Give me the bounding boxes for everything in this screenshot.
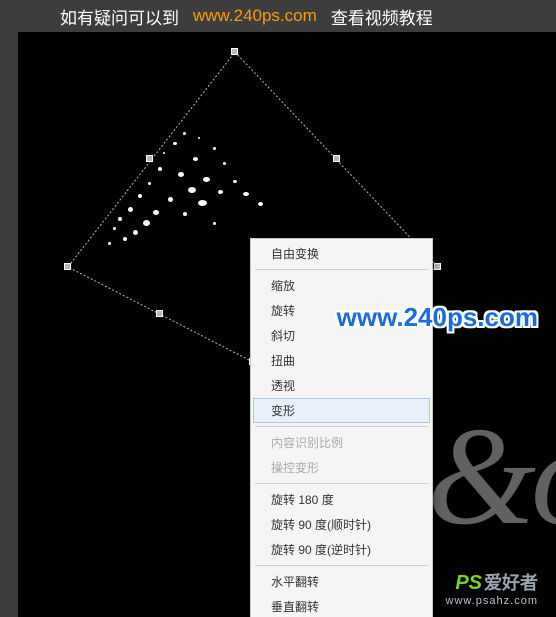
menu-item-5[interactable]: 变形	[253, 398, 430, 423]
banner-suffix: 查看视频教程	[331, 4, 433, 29]
menu-item-15[interactable]: 垂直翻转	[253, 594, 430, 617]
context-menu: 自由变换 缩放旋转斜切扭曲透视变形内容识别比例操控变形旋转 180 度旋转 90…	[250, 238, 433, 617]
menu-item-10[interactable]: 旋转 180 度	[253, 487, 430, 512]
menu-item-3[interactable]: 扭曲	[253, 348, 430, 373]
banner-url: www.240ps.com	[193, 6, 317, 26]
menu-item-14[interactable]: 水平翻转	[253, 569, 430, 594]
menu-separator	[255, 483, 428, 484]
transform-handle[interactable]	[231, 48, 238, 55]
watermark-url: www.240ps.com	[337, 302, 538, 333]
logo-domain: www.psahz.com	[446, 595, 538, 607]
transform-handle[interactable]	[333, 155, 340, 162]
menu-separator	[255, 426, 428, 427]
menu-item-11[interactable]: 旋转 90 度(顺时针)	[253, 512, 430, 537]
logo-chinese: 爱好者	[484, 573, 538, 593]
top-banner: 如有疑问可以到 www.240ps.com 查看视频教程	[0, 0, 556, 32]
transform-handle[interactable]	[64, 263, 71, 270]
watermark-logo: PS爱好者 www.psahz.com	[446, 569, 538, 607]
menu-item-0[interactable]: 缩放	[253, 273, 430, 298]
transform-handle[interactable]	[434, 263, 441, 270]
menu-separator	[255, 269, 428, 270]
menu-item-7: 内容识别比例	[253, 430, 430, 455]
background-script: &o	[427, 396, 556, 557]
banner-prefix: 如有疑问可以到	[60, 4, 179, 29]
menu-separator	[255, 565, 428, 566]
logo-text: PS爱好者	[446, 569, 538, 595]
menu-item-8: 操控变形	[253, 455, 430, 480]
logo-ps: PS	[455, 572, 482, 594]
menu-item-12[interactable]: 旋转 90 度(逆时针)	[253, 537, 430, 562]
menu-title-free-transform[interactable]: 自由变换	[253, 241, 430, 266]
transform-handle[interactable]	[156, 310, 163, 317]
menu-item-4[interactable]: 透视	[253, 373, 430, 398]
